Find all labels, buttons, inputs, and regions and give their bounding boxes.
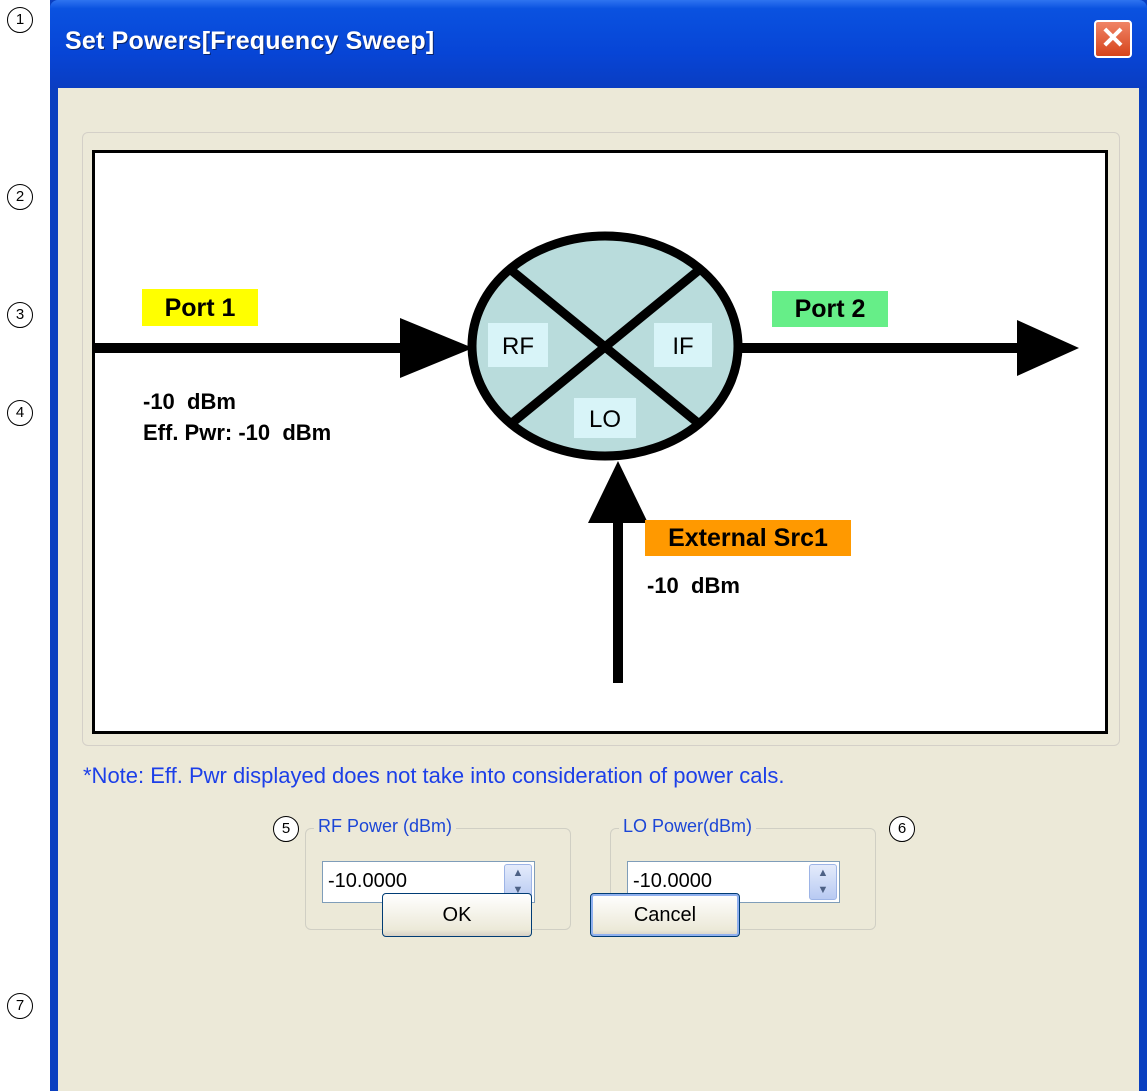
external-src-power: -10 dBm xyxy=(647,573,740,598)
port1-eff-power: Eff. Pwr: -10 dBm xyxy=(143,420,331,445)
spin-down-icon[interactable]: ▼ xyxy=(810,882,836,899)
callout-4: 4 xyxy=(7,400,33,426)
external-src-label: External Src1 xyxy=(668,524,828,552)
callout-7: 7 xyxy=(7,993,33,1019)
title-bar[interactable]: Set Powers[Frequency Sweep] ✕ xyxy=(50,0,1147,88)
cancel-button[interactable]: Cancel xyxy=(590,893,740,937)
port1-label: Port 1 xyxy=(165,294,236,322)
dialog-title: Set Powers[Frequency Sweep] xyxy=(65,27,435,55)
callout-5: 5 xyxy=(273,816,299,842)
dialog-window: Set Powers[Frequency Sweep] ✕ RF IF LO P… xyxy=(50,0,1147,1091)
rf-power-input[interactable]: -10.0000 xyxy=(328,870,407,893)
lo-power-spin-buttons[interactable]: ▲ ▼ xyxy=(809,864,837,900)
mixer-if-label: IF xyxy=(672,333,693,360)
callout-1: 1 xyxy=(7,7,33,33)
close-button[interactable]: ✕ xyxy=(1094,20,1132,58)
port1-arrowhead xyxy=(400,318,473,378)
mixer-diagram-svg: RF IF LO Port 1 Port 2 -10 dBm Eff. Pwr:… xyxy=(95,231,1079,683)
close-icon: ✕ xyxy=(1100,22,1126,55)
ok-button[interactable]: OK xyxy=(382,893,532,937)
spin-up-icon[interactable]: ▲ xyxy=(810,865,836,882)
lo-power-input[interactable]: -10.0000 xyxy=(633,870,712,893)
rf-power-legend: RF Power (dBm) xyxy=(314,816,457,837)
port2-label: Port 2 xyxy=(795,295,866,323)
mixer-lo-label: LO xyxy=(589,406,621,433)
power-cal-note: *Note: Eff. Pwr displayed does not take … xyxy=(83,763,785,788)
mixer-diagram: RF IF LO Port 1 Port 2 -10 dBm Eff. Pwr:… xyxy=(92,150,1108,734)
port1-power: -10 dBm xyxy=(143,389,236,414)
lo-power-legend: LO Power(dBm) xyxy=(619,816,757,837)
callout-6: 6 xyxy=(889,816,915,842)
port2-arrowhead xyxy=(1017,320,1079,376)
spin-up-icon[interactable]: ▲ xyxy=(505,865,531,882)
mixer-rf-label: RF xyxy=(502,333,534,360)
callout-3: 3 xyxy=(7,302,33,328)
lo-arrowhead xyxy=(588,461,648,523)
callout-2: 2 xyxy=(7,184,33,210)
dialog-client-area: RF IF LO Port 1 Port 2 -10 dBm Eff. Pwr:… xyxy=(58,88,1139,1091)
